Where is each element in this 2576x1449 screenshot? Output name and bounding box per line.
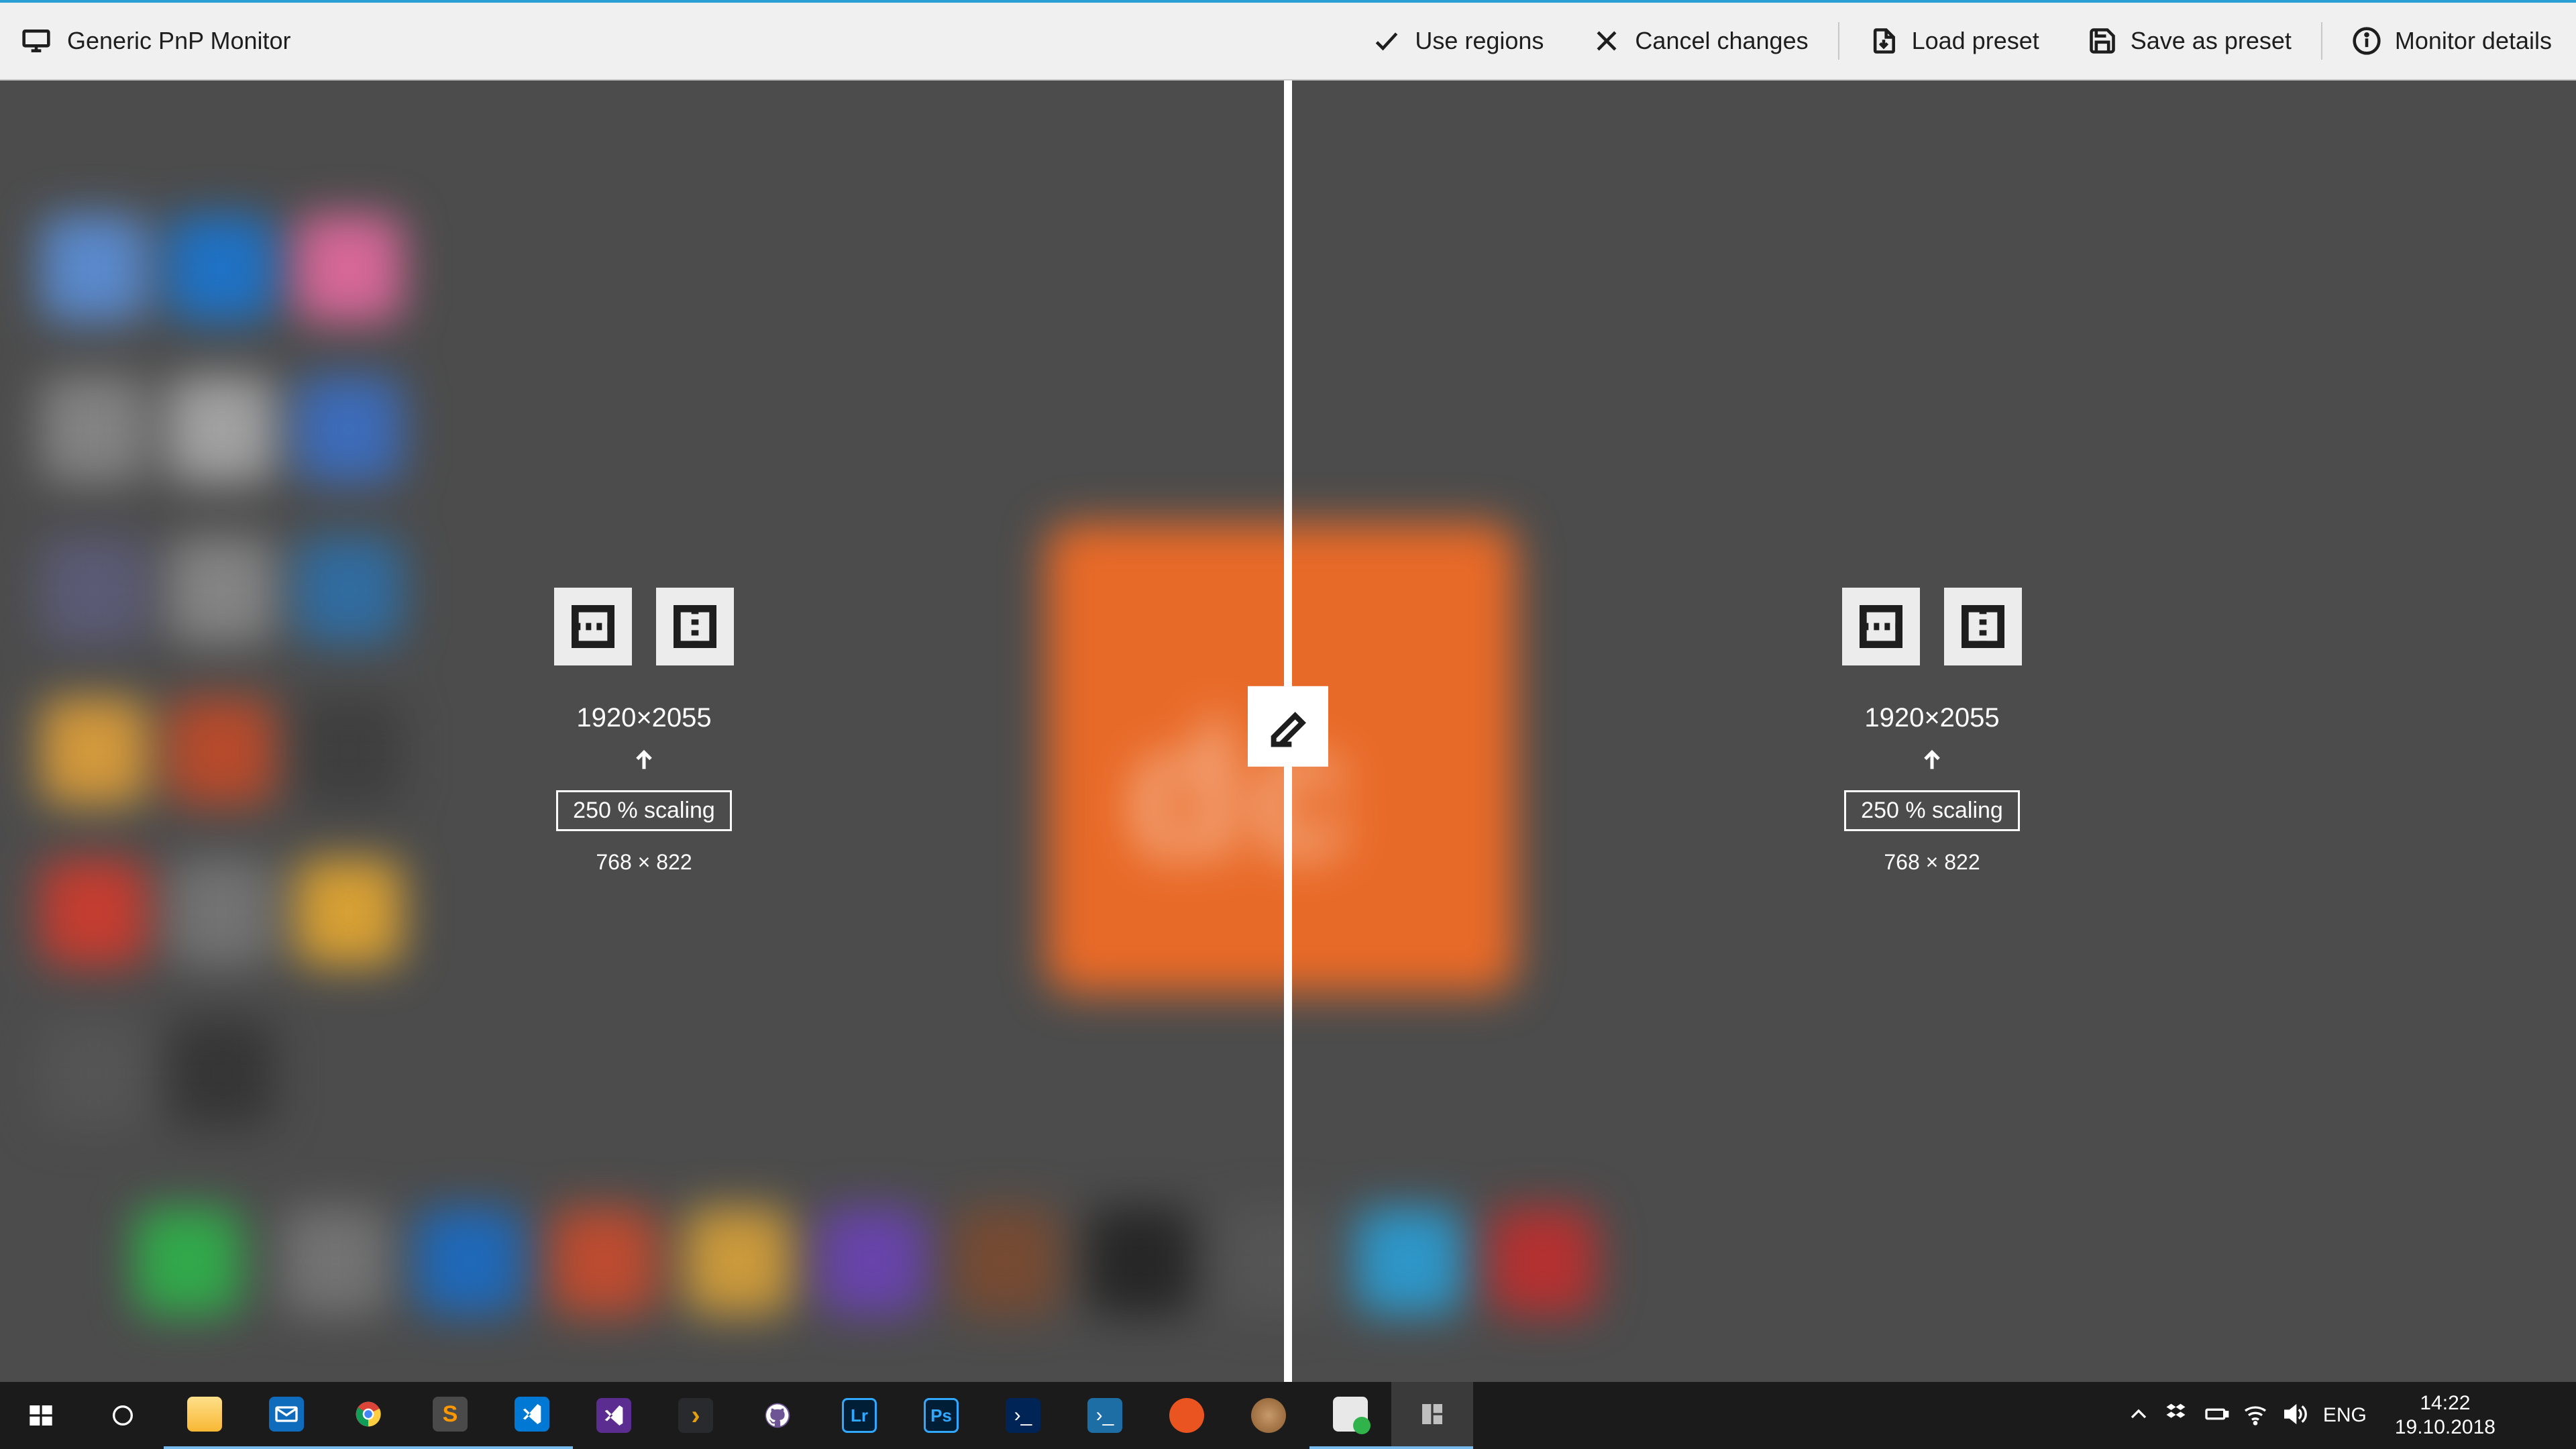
tool-app-button[interactable] [1309, 1382, 1391, 1449]
chevron-up-icon [2125, 1401, 2152, 1431]
load-preset-button[interactable]: Load preset [1845, 3, 2063, 79]
region-resolution: 1920×2055 [1864, 703, 1999, 733]
volume-tray-button[interactable] [2275, 1382, 2314, 1449]
dropbox-icon [2164, 1401, 2191, 1431]
monitor-name: Generic PnP Monitor [67, 27, 291, 55]
save-as-preset-button[interactable]: Save as preset [2063, 3, 2316, 79]
taskbar-apps: S › Lr Ps ›_ ›_ [0, 1382, 1473, 1449]
vscode-icon [512, 1394, 552, 1434]
visual-studio-icon [594, 1395, 634, 1436]
current-app-icon [1412, 1394, 1452, 1434]
volume-icon [2281, 1401, 2308, 1431]
chrome-icon [348, 1394, 388, 1434]
use-regions-label: Use regions [1415, 27, 1544, 55]
battery-icon [2203, 1401, 2230, 1431]
ubuntu-icon [1167, 1395, 1207, 1436]
ubuntu-button[interactable] [1146, 1382, 1228, 1449]
monitor-details-label: Monitor details [2395, 27, 2552, 55]
info-icon [2352, 26, 2381, 56]
github-icon [757, 1395, 798, 1436]
sublime-icon: S [430, 1394, 470, 1434]
vscode-button[interactable] [491, 1382, 573, 1449]
cancel-changes-button[interactable]: Cancel changes [1568, 3, 1832, 79]
arrow-up-icon [1919, 747, 1945, 777]
misc-app-button[interactable] [1228, 1382, 1309, 1449]
wifi-tray-button[interactable] [2236, 1382, 2275, 1449]
monitor-icon [21, 26, 51, 56]
cancel-changes-label: Cancel changes [1635, 27, 1808, 55]
action-center-button[interactable] [2514, 1409, 2568, 1421]
toolbar: Generic PnP Monitor Use regions Cancel c… [0, 0, 2576, 80]
chrome-button[interactable] [327, 1382, 409, 1449]
split-vertical-button[interactable] [1944, 588, 2022, 665]
lightroom-button[interactable]: Lr [818, 1382, 900, 1449]
split-horizontal-button[interactable] [1842, 588, 1920, 665]
scaling-button[interactable]: 250 % scaling [556, 790, 732, 831]
cortana-button[interactable] [82, 1382, 164, 1449]
use-regions-button[interactable]: Use regions [1348, 3, 1568, 79]
sublime-button[interactable]: S [409, 1382, 491, 1449]
start-button[interactable] [0, 1382, 82, 1449]
load-preset-icon [1869, 26, 1898, 56]
clock-time: 14:22 [2395, 1391, 2496, 1415]
load-preset-label: Load preset [1912, 27, 2039, 55]
mail-icon [266, 1394, 307, 1434]
powershell-core-button[interactable]: ›_ [1064, 1382, 1146, 1449]
scaled-resolution: 768 × 822 [596, 850, 692, 875]
current-app-button[interactable] [1391, 1382, 1473, 1449]
photoshop-button[interactable]: Ps [900, 1382, 982, 1449]
close-icon [1592, 26, 1621, 56]
powershell-button[interactable]: ›_ [982, 1382, 1064, 1449]
system-tray: ENG 14:22 19.10.2018 [2119, 1382, 2576, 1449]
taskbar: S › Lr Ps ›_ ›_ ENG 14:22 19.10. [0, 1382, 2576, 1449]
language-indicator[interactable]: ENG [2314, 1404, 2376, 1427]
windows-icon [21, 1395, 61, 1436]
check-icon [1372, 26, 1401, 56]
cortana-icon [103, 1395, 143, 1436]
mail-button[interactable] [246, 1382, 327, 1449]
visual-studio-button[interactable] [573, 1382, 655, 1449]
github-button[interactable] [737, 1382, 818, 1449]
file-explorer-button[interactable] [164, 1382, 246, 1449]
region-editor-canvas[interactable]: dc [0, 80, 2576, 1382]
toolbar-left: Generic PnP Monitor [0, 26, 291, 56]
lightroom-icon: Lr [839, 1395, 879, 1436]
delete-divider-button[interactable] [1248, 686, 1328, 767]
split-horizontal-button[interactable] [554, 588, 632, 665]
toolbar-right: Use regions Cancel changes Load preset S… [1348, 3, 2576, 79]
scaling-button[interactable]: 250 % scaling [1844, 790, 2020, 831]
powershell-core-icon: ›_ [1085, 1395, 1125, 1436]
powershell-icon: ›_ [1003, 1395, 1043, 1436]
toolbar-divider [2321, 22, 2322, 60]
power-tray-button[interactable] [2197, 1382, 2236, 1449]
plex-button[interactable]: › [655, 1382, 737, 1449]
clock-date: 19.10.2018 [2395, 1415, 2496, 1440]
region-resolution: 1920×2055 [576, 703, 711, 733]
misc-app-icon [1248, 1395, 1289, 1436]
scaled-resolution: 768 × 822 [1884, 850, 1980, 875]
monitor-details-button[interactable]: Monitor details [2328, 3, 2576, 79]
wifi-icon [2242, 1401, 2269, 1431]
dropbox-tray-button[interactable] [2158, 1382, 2197, 1449]
arrow-up-icon [631, 747, 657, 777]
file-explorer-icon [184, 1394, 225, 1434]
split-buttons-left [554, 588, 734, 665]
split-vertical-button[interactable] [656, 588, 734, 665]
save-as-preset-label: Save as preset [2131, 27, 2292, 55]
clock-button[interactable]: 14:22 19.10.2018 [2376, 1391, 2514, 1440]
plex-icon: › [676, 1395, 716, 1436]
photoshop-icon: Ps [921, 1395, 961, 1436]
save-preset-icon [2088, 26, 2117, 56]
split-buttons-right [1842, 588, 2022, 665]
toolbar-divider [1838, 22, 1839, 60]
tray-overflow-button[interactable] [2119, 1382, 2158, 1449]
tool-app-icon [1330, 1394, 1371, 1434]
